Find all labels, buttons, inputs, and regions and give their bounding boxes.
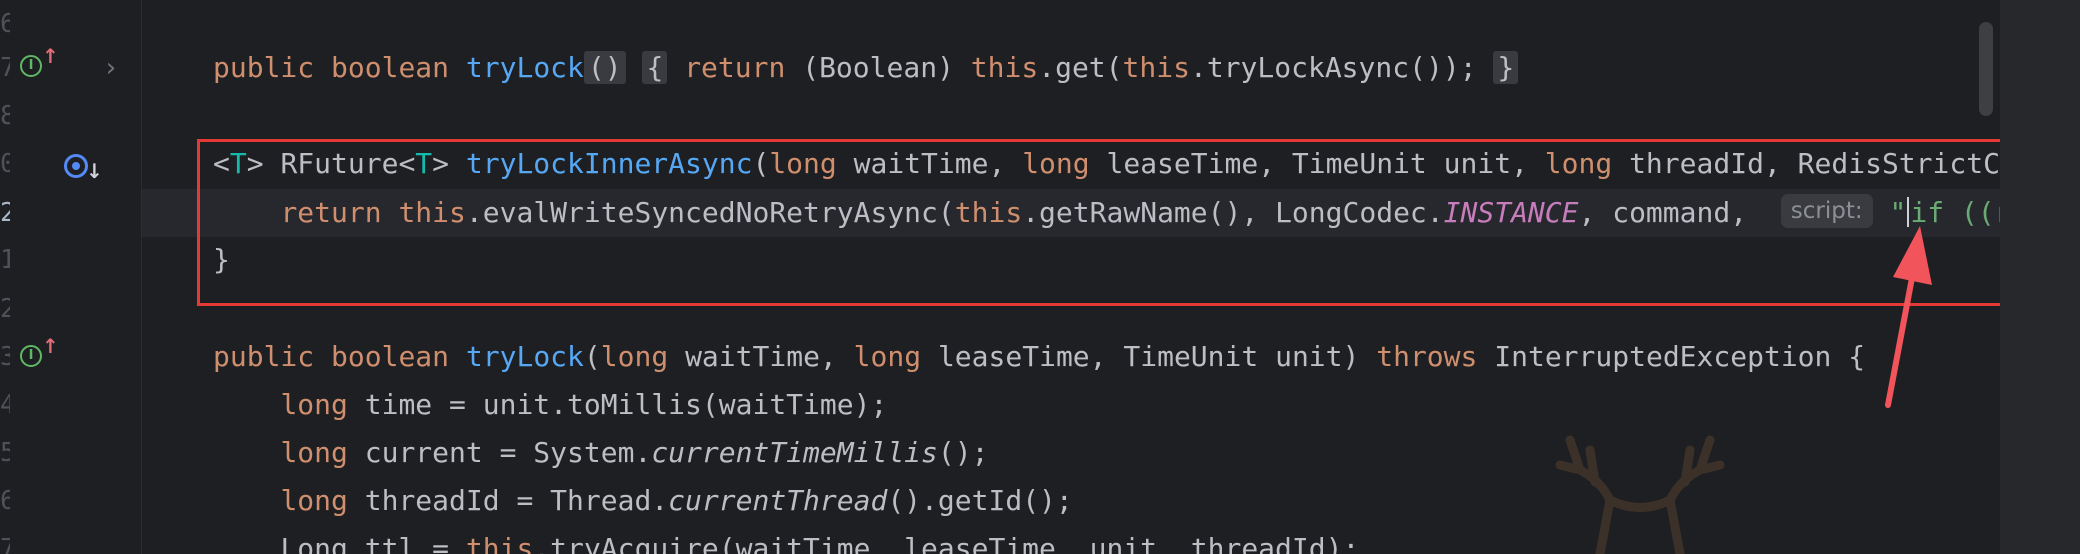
annotation-arrow xyxy=(1885,226,1932,408)
code-editor[interactable]: 6 7 8 0 2 1 2 3 4 5 6 7 I ↑ › ↓ I ↑ public… xyxy=(0,0,2080,554)
